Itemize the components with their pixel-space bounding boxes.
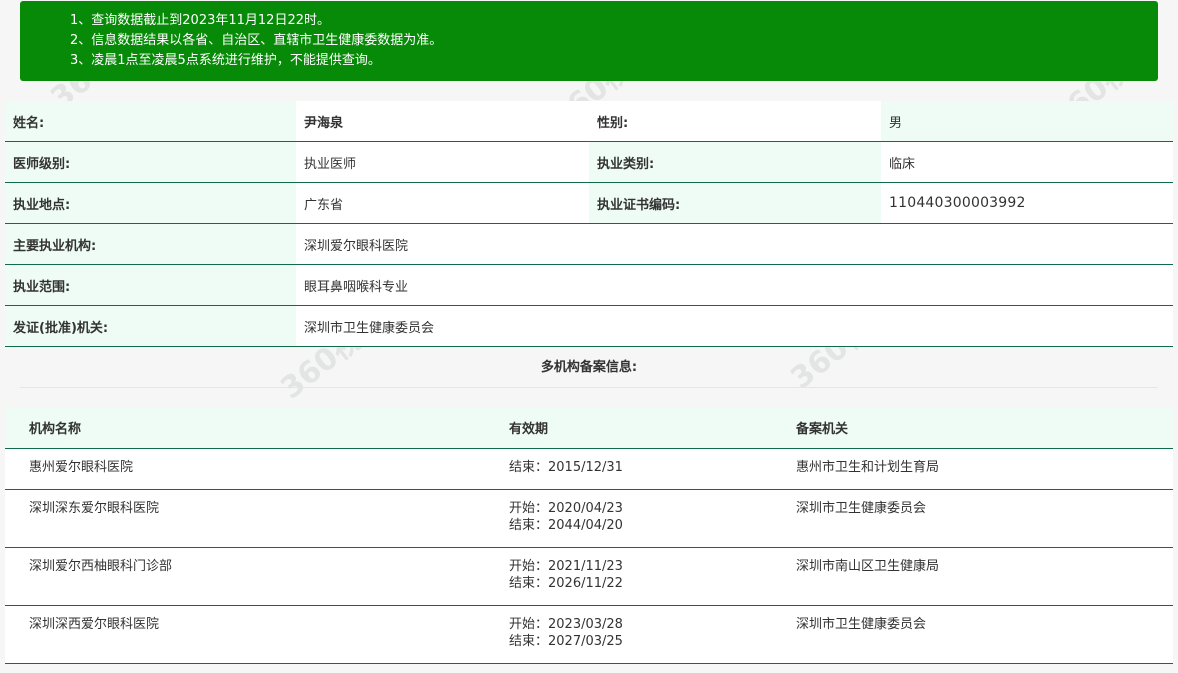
info-row: 主要执业机构: 深圳爱尔眼科医院 bbox=[5, 223, 1173, 265]
cert-label: 执业证书编码: bbox=[589, 182, 881, 224]
authority: 惠州市卫生和计划生育局 bbox=[772, 448, 1173, 490]
period-start: 开始：2021/11/23 bbox=[509, 559, 623, 574]
category-value: 临床 bbox=[881, 141, 1173, 183]
gender-label: 性别: bbox=[589, 101, 881, 142]
authority: 深圳市南山区卫生健康局 bbox=[772, 547, 1173, 606]
info-row: 执业范围: 眼耳鼻咽喉科专业 bbox=[5, 264, 1173, 306]
period: 结束：2015/12/31 bbox=[485, 448, 772, 490]
header-authority: 备案机关 bbox=[772, 407, 1173, 449]
notice-line: 3、凌晨1点至凌晨5点系统进行维护，不能提供查询。 bbox=[70, 53, 381, 68]
doctor-info-table: 姓名: 尹海泉 性别: 男 医师级别: 执业医师 执业类别: 临床 执业地点: … bbox=[5, 101, 1173, 347]
multi-org-title: 多机构备案信息: bbox=[540, 360, 638, 375]
period-end: 结束：2015/12/31 bbox=[509, 460, 623, 475]
level-label: 医师级别: bbox=[5, 141, 296, 183]
header-period: 有效期 bbox=[485, 407, 772, 449]
location-label: 执业地点: bbox=[5, 182, 296, 224]
level-value: 执业医师 bbox=[296, 141, 589, 183]
gender-value: 男 bbox=[881, 101, 1173, 142]
org-label: 主要执业机构: bbox=[5, 223, 296, 265]
period-end: 结束：2027/03/25 bbox=[509, 634, 623, 649]
authority: 深圳市卫生健康委员会 bbox=[772, 605, 1173, 664]
notice-line: 1、查询数据截止到2023年11月12日22时。 bbox=[70, 13, 330, 28]
period-start: 开始：2020/04/23 bbox=[509, 501, 623, 516]
table-row: 深圳深东爱尔眼科医院 开始：2020/04/23 结束：2044/04/20 深… bbox=[5, 489, 1173, 548]
notice-banner: 1、查询数据截止到2023年11月12日22时。 2、信息数据结果以各省、自治区… bbox=[20, 1, 1158, 81]
period: 开始：2021/11/23 结束：2026/11/22 bbox=[485, 547, 772, 606]
location-value: 广东省 bbox=[296, 182, 589, 224]
info-row: 姓名: 尹海泉 性别: 男 bbox=[5, 101, 1173, 142]
org-name: 深圳深西爱尔眼科医院 bbox=[5, 605, 485, 664]
table-row: 深圳深西爱尔眼科医院 开始：2023/03/28 结束：2027/03/25 深… bbox=[5, 605, 1173, 664]
period-end: 结束：2044/04/20 bbox=[509, 518, 623, 533]
category-label: 执业类别: bbox=[589, 141, 881, 183]
issuer-label: 发证(批准)机关: bbox=[5, 305, 296, 347]
info-row: 执业地点: 广东省 执业证书编码: 110440300003992 bbox=[5, 182, 1173, 224]
name-label: 姓名: bbox=[5, 101, 296, 142]
divider bbox=[20, 387, 1158, 388]
period: 开始：2023/03/28 结束：2027/03/25 bbox=[485, 605, 772, 664]
multi-org-table: 机构名称 有效期 备案机关 惠州爱尔眼科医院 结束：2015/12/31 惠州市… bbox=[5, 407, 1173, 664]
period: 开始：2020/04/23 结束：2044/04/20 bbox=[485, 489, 772, 548]
table-header-row: 机构名称 有效期 备案机关 bbox=[5, 407, 1173, 449]
info-row: 发证(批准)机关: 深圳市卫生健康委员会 bbox=[5, 305, 1173, 347]
scope-label: 执业范围: bbox=[5, 264, 296, 306]
table-row: 惠州爱尔眼科医院 结束：2015/12/31 惠州市卫生和计划生育局 bbox=[5, 448, 1173, 490]
scope-value: 眼耳鼻咽喉科专业 bbox=[296, 264, 1173, 306]
cert-value: 110440300003992 bbox=[881, 182, 1173, 224]
table-row: 深圳爱尔西柚眼科门诊部 开始：2021/11/23 结束：2026/11/22 … bbox=[5, 547, 1173, 606]
authority: 深圳市卫生健康委员会 bbox=[772, 489, 1173, 548]
info-row: 医师级别: 执业医师 执业类别: 临床 bbox=[5, 141, 1173, 183]
header-org-name: 机构名称 bbox=[5, 407, 485, 449]
org-name: 惠州爱尔眼科医院 bbox=[5, 448, 485, 490]
issuer-value: 深圳市卫生健康委员会 bbox=[296, 305, 1173, 347]
period-start: 开始：2023/03/28 bbox=[509, 617, 623, 632]
org-name: 深圳爱尔西柚眼科门诊部 bbox=[5, 547, 485, 606]
org-value: 深圳爱尔眼科医院 bbox=[296, 223, 1173, 265]
name-value: 尹海泉 bbox=[296, 101, 589, 142]
org-name: 深圳深东爱尔眼科医院 bbox=[5, 489, 485, 548]
notice-line: 2、信息数据结果以各省、自治区、直辖市卫生健康委数据为准。 bbox=[70, 33, 443, 48]
period-end: 结束：2026/11/22 bbox=[509, 576, 623, 591]
